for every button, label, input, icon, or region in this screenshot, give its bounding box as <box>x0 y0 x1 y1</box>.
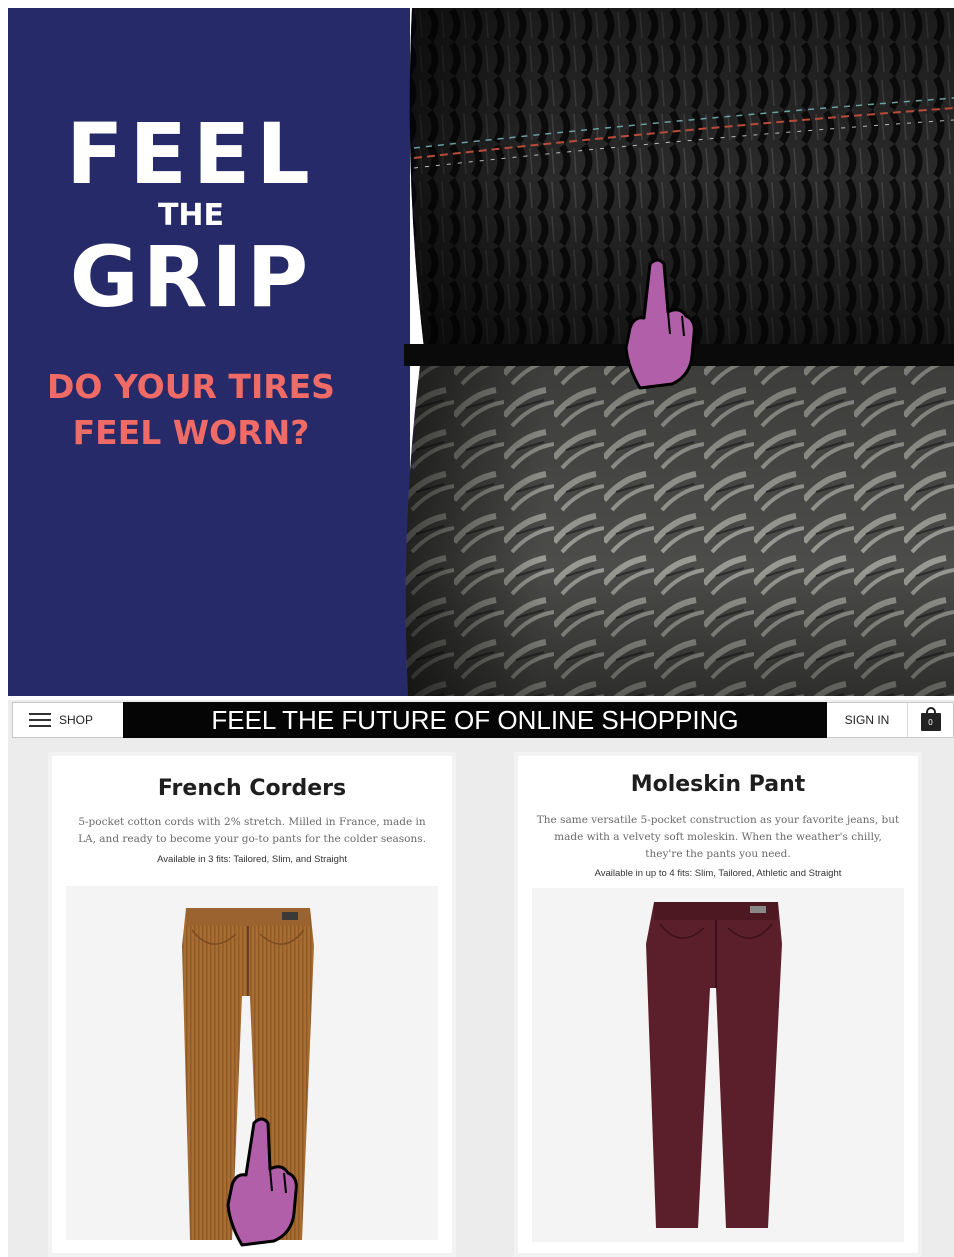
product-title: Moleskin Pant <box>630 772 806 797</box>
shop-label: SHOP <box>59 713 94 727</box>
hamburger-icon <box>29 713 51 727</box>
promo-banner: FEEL THE FUTURE OF ONLINE SHOPPING <box>123 702 827 738</box>
cart-count: 0 <box>928 717 933 727</box>
ad-question: DO YOUR TIRES FEEL WORN? <box>8 364 374 456</box>
product-fits: Available in 3 fits: Tailored, Slim, and… <box>157 854 347 865</box>
ad-headline: FEEL THE GRIP <box>8 108 374 322</box>
headline-grip: GRIP <box>69 228 313 326</box>
cart-button[interactable]: 0 <box>907 703 953 737</box>
product-title: French Corders <box>157 776 347 801</box>
product-card-moleskin-pant[interactable]: Moleskin Pant The same versatile 5-pocke… <box>514 752 922 1257</box>
tire-ad: FEEL THE GRIP DO YOUR TIRES FEEL WORN? <box>8 8 954 696</box>
ad-text-panel: FEEL THE GRIP DO YOUR TIRES FEEL WORN? <box>8 8 410 696</box>
pointing-finger-icon <box>624 258 696 390</box>
moleskin-pants-image <box>646 902 782 1228</box>
headline-feel: FEEL <box>66 105 316 203</box>
question-line-1: DO YOUR TIRES <box>47 367 335 406</box>
shopping-bag-icon: 0 <box>920 706 941 731</box>
shop-menu-button[interactable]: SHOP <box>13 703 123 737</box>
product-description: 5-pocket cotton cords with 2% stretch. M… <box>78 816 426 845</box>
shop-section: SHOP FEEL THE FUTURE OF ONLINE SHOPPING … <box>8 700 954 1257</box>
pointing-finger-icon <box>226 1117 298 1247</box>
product-description: The same versatile 5-pocket construction… <box>536 814 900 860</box>
product-image[interactable] <box>532 888 904 1242</box>
question-line-2: FEEL WORN? <box>72 413 310 452</box>
product-fits: Available in up to 4 fits: Slim, Tailore… <box>594 868 842 879</box>
shop-nav-bar: SHOP FEEL THE FUTURE OF ONLINE SHOPPING … <box>12 702 954 738</box>
sign-in-button[interactable]: SIGN IN <box>827 703 907 737</box>
